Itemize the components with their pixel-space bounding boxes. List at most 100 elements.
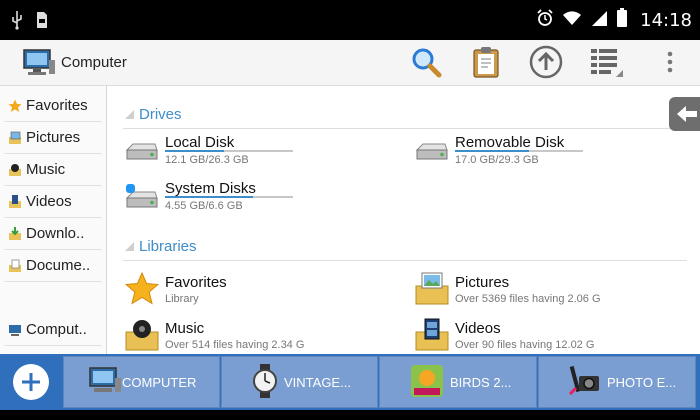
sidebar-item-pictures[interactable]: Pictures xyxy=(4,122,102,154)
library-name: Favorites xyxy=(165,274,227,291)
sidebar-item-label: Favorites xyxy=(26,97,88,114)
window-tab-bar: COMPUTER VINTAGE... BIRDS 2... PHOTO E..… xyxy=(0,354,700,410)
library-favorites[interactable]: Favorites Library xyxy=(124,271,375,311)
file-manager-screen: 14:18 Computer Favorites Pictures Music … xyxy=(0,0,700,420)
bottom-edge xyxy=(0,410,700,420)
drive-local-disk[interactable]: Local Disk 12.1 GB/26.3 GB xyxy=(125,134,375,174)
videos-icon xyxy=(8,194,22,209)
view-mode-button[interactable] xyxy=(588,46,624,82)
library-info: Over 514 files having 2.34 G xyxy=(165,339,305,351)
tab-photo-editor[interactable]: PHOTO E... xyxy=(538,356,696,408)
sidebar-item-downloads[interactable]: Downlo.. xyxy=(4,218,102,250)
clipboard-icon xyxy=(472,46,500,83)
drive-name: Removable Disk xyxy=(455,134,565,151)
sidebar-item-favorites[interactable]: Favorites xyxy=(4,90,102,122)
music-folder-icon xyxy=(125,318,159,357)
computer-icon xyxy=(8,323,22,337)
tab-birds[interactable]: BIRDS 2... xyxy=(379,356,537,408)
up-directory-button[interactable] xyxy=(528,45,564,84)
drive-usage: 17.0 GB/29.3 GB xyxy=(455,154,539,166)
alarm-icon xyxy=(536,9,554,32)
star-icon xyxy=(124,271,160,311)
sidebar-item-label: Downlo.. xyxy=(26,225,85,242)
collapse-icon xyxy=(125,242,134,251)
drive-usage: 12.1 GB/26.3 GB xyxy=(165,154,249,166)
drive-removable-disk[interactable]: Removable Disk 17.0 GB/29.3 GB xyxy=(415,134,665,174)
overflow-menu-button[interactable] xyxy=(652,46,688,82)
library-info: Library xyxy=(165,293,199,305)
tab-label: PHOTO E... xyxy=(607,374,677,390)
downloads-icon xyxy=(8,226,22,241)
tab-label: VINTAGE... xyxy=(284,374,351,390)
drive-name: Local Disk xyxy=(165,134,235,151)
usb-icon xyxy=(10,10,24,35)
drive-name: System Disks xyxy=(165,180,256,197)
collapse-icon xyxy=(125,110,134,119)
hard-disk-icon xyxy=(415,136,449,169)
battery-icon xyxy=(616,8,628,33)
usage-bar xyxy=(165,150,293,152)
status-bar: 14:18 xyxy=(0,0,700,40)
divider xyxy=(123,128,687,129)
watch-icon xyxy=(252,363,278,401)
pictures-folder-icon xyxy=(415,272,449,311)
sidebar-item-label: Videos xyxy=(26,193,72,210)
view-mode-icon xyxy=(589,47,623,82)
sidebar-item-label: Pictures xyxy=(26,129,81,146)
arrow-left-icon xyxy=(676,105,698,128)
search-icon xyxy=(410,46,442,83)
library-name: Pictures xyxy=(455,274,510,291)
library-info: Over 5369 files having 2.06 G xyxy=(455,293,601,305)
clock: 14:18 xyxy=(640,10,692,31)
sidebar-item-label: Comput.. xyxy=(26,321,87,338)
pictures-icon xyxy=(8,131,22,145)
signal-icon xyxy=(590,9,608,32)
usage-fill xyxy=(455,150,530,152)
drives-section-header[interactable]: Drives xyxy=(125,106,182,123)
usage-fill xyxy=(165,150,224,152)
library-name: Videos xyxy=(455,320,501,337)
drive-usage: 4.55 GB/6.6 GB xyxy=(165,200,243,212)
videos-folder-icon xyxy=(415,318,449,357)
tab-computer[interactable]: COMPUTER xyxy=(63,356,220,408)
star-icon xyxy=(8,99,22,113)
sidebar-item-label: Music xyxy=(26,161,66,178)
library-name: Music xyxy=(165,320,205,337)
documents-icon xyxy=(8,259,22,273)
sidebar-item-label: Docume.. xyxy=(26,257,91,274)
side-panel-toggle[interactable] xyxy=(669,97,700,131)
sd-card-icon xyxy=(36,11,48,34)
action-bar: Computer xyxy=(0,40,700,86)
up-icon xyxy=(529,45,563,84)
usage-fill xyxy=(165,196,254,198)
tab-vintage[interactable]: VINTAGE... xyxy=(221,356,378,408)
section-title: Libraries xyxy=(139,238,197,255)
sidebar-item-music[interactable]: Music xyxy=(4,154,102,186)
add-window-button[interactable] xyxy=(13,364,49,400)
usage-bar xyxy=(455,150,583,152)
sidebar-item-videos[interactable]: Videos xyxy=(4,186,102,218)
plus-icon xyxy=(20,371,42,398)
divider xyxy=(123,260,687,261)
computer-logo-icon xyxy=(22,48,56,83)
library-music[interactable]: Music Over 514 files having 2.34 G xyxy=(125,320,375,354)
sidebar-item-documents[interactable]: Docume.. xyxy=(4,250,102,282)
hard-disk-icon xyxy=(125,136,159,169)
section-title: Drives xyxy=(139,106,182,123)
photo-editor-icon xyxy=(567,364,601,401)
main-content: Drives Local Disk 12.1 GB/26.3 GB Remova… xyxy=(107,86,700,354)
page-title: Computer xyxy=(61,54,127,71)
wifi-icon xyxy=(562,9,582,32)
android-disk-icon xyxy=(125,182,159,217)
library-videos[interactable]: Videos Over 90 files having 12.02 G xyxy=(415,318,685,357)
libraries-section-header[interactable]: Libraries xyxy=(125,238,197,255)
sidebar-item-computer[interactable]: Comput.. xyxy=(4,314,102,346)
drive-system-disks[interactable]: System Disks 4.55 GB/6.6 GB xyxy=(125,180,375,220)
clipboard-button[interactable] xyxy=(468,46,504,82)
library-pictures[interactable]: Pictures Over 5369 files having 2.06 G xyxy=(415,272,685,311)
music-icon xyxy=(8,163,22,177)
birds-icon xyxy=(410,364,444,401)
search-button[interactable] xyxy=(408,46,444,82)
tab-label: BIRDS 2... xyxy=(450,374,512,390)
overflow-icon xyxy=(666,50,674,79)
